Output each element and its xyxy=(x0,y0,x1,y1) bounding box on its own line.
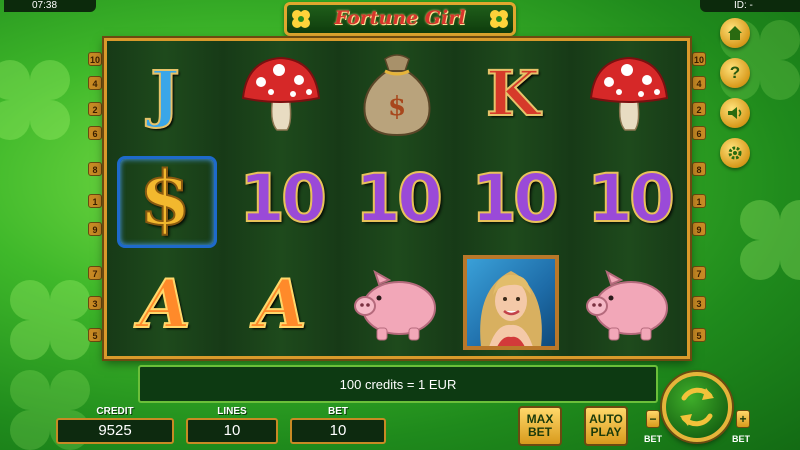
symbol-10: 10 xyxy=(470,159,560,238)
symbol-J: J xyxy=(149,56,180,131)
symbol-cell: $ xyxy=(107,146,223,251)
auto-play-button[interactable]: AUTO PLAY xyxy=(584,406,628,446)
piggy-bank-icon xyxy=(586,269,668,340)
clock: 07:38 xyxy=(4,0,96,12)
spin-button[interactable] xyxy=(662,372,732,442)
background-clover xyxy=(0,60,70,140)
payline-number[interactable]: 10 xyxy=(692,52,706,66)
mushroom-icon xyxy=(241,56,321,131)
reel-3: $ 10 xyxy=(339,41,456,356)
lines-label: LINES xyxy=(217,406,247,417)
sound-button[interactable] xyxy=(720,98,750,128)
auto-play-label-2: PLAY xyxy=(590,425,622,439)
reel-1: J $ A xyxy=(107,41,224,356)
symbol-A: A xyxy=(138,264,191,344)
bet-display: BET 10 xyxy=(290,406,386,448)
bet-value: 10 xyxy=(290,418,386,444)
payline-number[interactable]: 6 xyxy=(692,126,706,140)
bet-label: BET xyxy=(328,406,348,417)
payline-number[interactable]: 2 xyxy=(692,102,706,116)
symbol-cell: K xyxy=(455,41,571,146)
background-clover xyxy=(740,200,800,280)
symbol-K: K xyxy=(485,56,541,131)
game-logo: Fortune Girl xyxy=(284,2,516,36)
bet-decrease-label: BET xyxy=(644,434,662,444)
clover-icon xyxy=(490,10,508,28)
payline-number[interactable]: 5 xyxy=(692,328,706,342)
game-title: Fortune Girl xyxy=(334,7,466,29)
symbol-cell xyxy=(455,251,571,356)
symbol-cell xyxy=(223,41,339,146)
spin-icon xyxy=(680,387,714,427)
payline-number[interactable]: 10 xyxy=(88,52,102,66)
help-icon: ? xyxy=(729,63,741,82)
help-button[interactable]: ? xyxy=(720,58,750,88)
payline-number[interactable]: 7 xyxy=(88,266,102,280)
credit-display: CREDIT 9525 xyxy=(56,406,174,448)
home-icon xyxy=(728,26,742,40)
bet-increase-label: BET xyxy=(732,434,750,444)
symbol-cell xyxy=(571,251,687,356)
symbol-cell xyxy=(571,41,687,146)
svg-text:$: $ xyxy=(388,92,406,122)
reel-2: 10 A xyxy=(223,41,340,356)
symbol-cell: 10 xyxy=(339,146,455,251)
symbol-A: A xyxy=(254,264,307,344)
credit-value: 9525 xyxy=(56,418,174,444)
sound-icon xyxy=(728,107,742,119)
fortune-girl-symbol xyxy=(463,255,559,350)
money-bag-icon: $ xyxy=(363,53,431,136)
payline-number[interactable]: 1 xyxy=(88,194,102,208)
symbol-cell: A xyxy=(107,251,223,356)
lines-value[interactable]: 10 xyxy=(186,418,278,444)
credit-label: CREDIT xyxy=(96,406,134,417)
background-clover xyxy=(10,280,90,360)
max-bet-button[interactable]: MAX BET xyxy=(518,406,562,446)
payline-number[interactable]: 9 xyxy=(692,222,706,236)
symbol-cell: J xyxy=(107,41,223,146)
info-message: 100 credits = 1 EUR xyxy=(138,365,658,403)
max-bet-label-2: BET xyxy=(528,425,552,439)
session-id: ID: - xyxy=(700,0,800,12)
reel-5: 10 xyxy=(571,41,687,356)
symbol-cell: 10 xyxy=(223,146,339,251)
payline-number[interactable]: 7 xyxy=(692,266,706,280)
payline-number[interactable]: 4 xyxy=(692,76,706,90)
payline-number[interactable]: 4 xyxy=(88,76,102,90)
payline-number[interactable]: 2 xyxy=(88,102,102,116)
payline-number[interactable]: 1 xyxy=(692,194,706,208)
symbol-cell: $ xyxy=(339,41,455,146)
bet-decrease-button[interactable]: − xyxy=(646,410,660,428)
payline-number[interactable]: 9 xyxy=(88,222,102,236)
symbol-cell: 10 xyxy=(455,146,571,251)
settings-button[interactable] xyxy=(720,138,750,168)
reel-4: K 10 xyxy=(455,41,572,356)
lines-display: LINES 10 xyxy=(186,406,278,448)
mushroom-icon xyxy=(589,56,669,131)
payline-number[interactable]: 3 xyxy=(692,296,706,310)
bet-increase-button[interactable]: + xyxy=(736,410,750,428)
symbol-cell: A xyxy=(223,251,339,356)
symbol-10: 10 xyxy=(586,159,676,238)
symbol-10: 10 xyxy=(238,159,328,238)
symbol-10: 10 xyxy=(354,159,444,238)
reels-area: J $ A 10 A $ 10 K 10 10 xyxy=(104,38,690,359)
home-button[interactable] xyxy=(720,18,750,48)
fortune-girl-icon xyxy=(480,271,542,346)
payline-number[interactable]: 5 xyxy=(88,328,102,342)
payline-number[interactable]: 6 xyxy=(88,126,102,140)
piggy-bank-icon xyxy=(354,269,436,340)
win-highlight-frame xyxy=(117,156,217,248)
payline-number[interactable]: 8 xyxy=(88,162,102,176)
symbol-cell: 10 xyxy=(571,146,687,251)
payline-number[interactable]: 8 xyxy=(692,162,706,176)
payline-number[interactable]: 3 xyxy=(88,296,102,310)
symbol-cell xyxy=(339,251,455,356)
gear-icon xyxy=(728,146,742,160)
